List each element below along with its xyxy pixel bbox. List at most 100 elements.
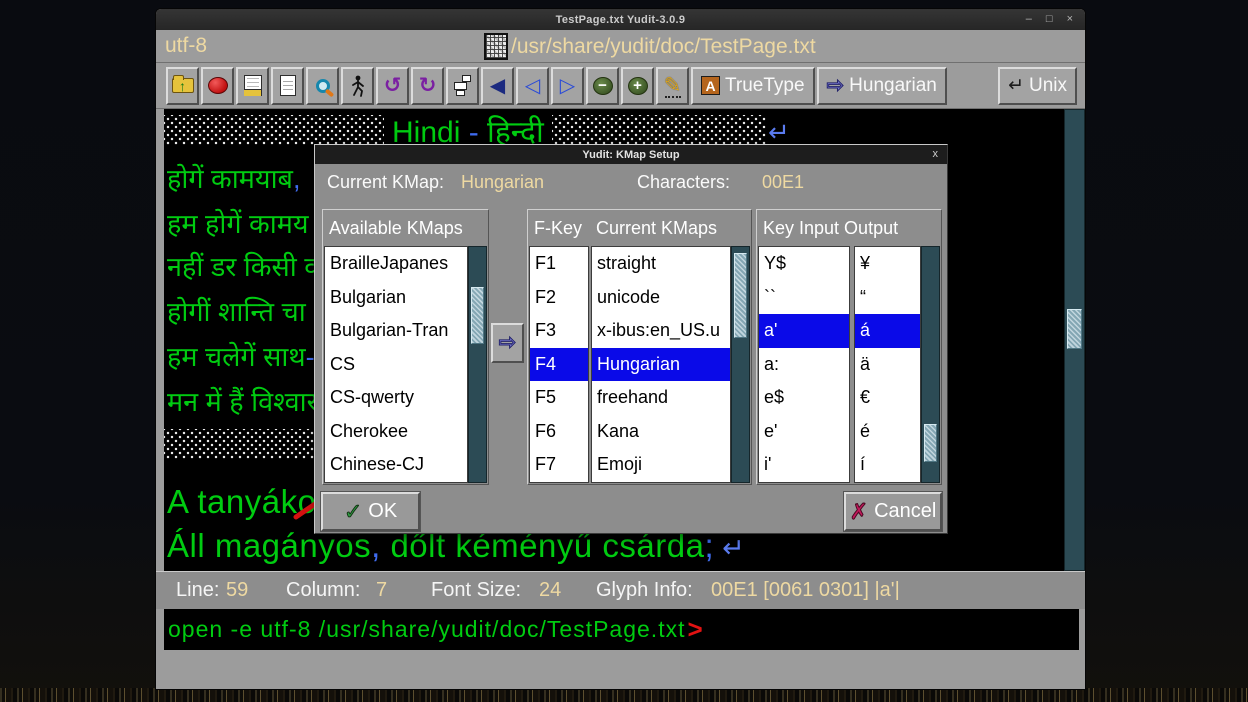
back-button[interactable]: ◀ bbox=[481, 67, 514, 105]
fontsize-label: Font Size: bbox=[431, 579, 521, 602]
kmap-setup-button[interactable] bbox=[446, 67, 479, 105]
kmap-select-button[interactable]: ⇨ Hungarian bbox=[817, 67, 947, 105]
available-kmaps-scrollbar[interactable] bbox=[468, 246, 487, 483]
text-line: नहीं डर किसी व bbox=[167, 247, 319, 287]
font-button-label: TrueType bbox=[725, 75, 805, 97]
record-button[interactable] bbox=[201, 67, 234, 105]
key-input-item[interactable]: e' bbox=[759, 415, 849, 449]
new-document-button[interactable] bbox=[271, 67, 304, 105]
arrow-right-icon: ⇨ bbox=[827, 76, 845, 96]
key-map-scrollbar[interactable] bbox=[921, 246, 940, 483]
fkey-column[interactable]: F1 F2 F3 F4 F5 F6 F7 bbox=[529, 246, 589, 483]
fkey-kmap-column[interactable]: straight unicode x-ibus:en_US.u Hungaria… bbox=[591, 246, 731, 483]
kmap-item[interactable]: Emoji bbox=[592, 448, 730, 482]
kmap-item[interactable]: freehand bbox=[592, 381, 730, 415]
dialog-close-button[interactable]: x bbox=[933, 148, 939, 160]
fkey-item[interactable]: F7 bbox=[530, 448, 588, 482]
charmap-grid-icon[interactable] bbox=[484, 33, 508, 60]
prev-button[interactable]: ◁ bbox=[516, 67, 549, 105]
key-map-panel: Key Input Output Y$ `` a' a: e$ e' i' ¥ … bbox=[756, 209, 942, 485]
pencil-icon: ✎ bbox=[664, 76, 682, 96]
folder-up-icon: ↑ bbox=[172, 78, 194, 93]
shrink-font-button[interactable]: − bbox=[586, 67, 619, 105]
glyphinfo-value: 00E1 [0061 0301] |a'| bbox=[711, 579, 900, 602]
dialog-titlebar[interactable]: Yudit: KMap Setup x bbox=[315, 145, 947, 164]
key-output-item[interactable]: í bbox=[855, 448, 920, 482]
scrollbar-thumb[interactable] bbox=[924, 424, 937, 462]
left-triangle-icon: ◀ bbox=[490, 76, 505, 96]
key-input-column[interactable]: Y$ `` a' a: e$ e' i' bbox=[758, 246, 850, 483]
shade-pattern bbox=[552, 115, 766, 145]
kmap-item[interactable]: Kana bbox=[592, 415, 730, 449]
fkey-item[interactable]: F5 bbox=[530, 381, 588, 415]
fkey-item[interactable]: F6 bbox=[530, 415, 588, 449]
status-bar: Line: 59 Column: 7 Font Size: 24 Glyph I… bbox=[156, 571, 1085, 609]
kmap-item[interactable]: x-ibus:en_US.u bbox=[592, 314, 730, 348]
scrollbar-thumb[interactable] bbox=[734, 253, 747, 338]
next-button[interactable]: ▷ bbox=[551, 67, 584, 105]
fontsize-value: 24 bbox=[539, 579, 561, 602]
linebreak-button[interactable]: ↵ Unix bbox=[998, 67, 1077, 105]
characters-label: Characters: bbox=[637, 172, 730, 193]
key-output-column[interactable]: ¥ “ á ä € é í bbox=[854, 246, 921, 483]
fkey-item[interactable]: F2 bbox=[530, 281, 588, 315]
current-kmap-value: Hungarian bbox=[461, 172, 544, 193]
key-input-item[interactable]: e$ bbox=[759, 381, 849, 415]
list-item[interactable]: CS bbox=[325, 348, 467, 382]
key-output-item-selected[interactable]: á bbox=[855, 314, 920, 348]
cancel-button[interactable]: ✗ Cancel bbox=[844, 492, 942, 531]
key-input-item[interactable]: i' bbox=[759, 448, 849, 482]
fkey-kmaps-panel: F-Key Current KMaps F1 F2 F3 F4 F5 F6 F7… bbox=[527, 209, 752, 485]
list-item[interactable]: Cherokee bbox=[325, 415, 467, 449]
pencil-underline bbox=[665, 96, 681, 98]
key-input-item-selected[interactable]: a' bbox=[759, 314, 849, 348]
ok-button[interactable]: ✓ OK bbox=[321, 492, 420, 531]
available-kmaps-list[interactable]: BrailleJapanes Bulgarian Bulgarian-Tran … bbox=[324, 246, 468, 483]
font-button[interactable]: A TrueType bbox=[691, 67, 815, 105]
kmap-item[interactable]: unicode bbox=[592, 281, 730, 315]
walking-person-icon bbox=[350, 75, 366, 97]
pencil-button[interactable]: ✎ bbox=[656, 67, 689, 105]
command-input[interactable]: open -e utf-8 /usr/share/yudit/doc/TestP… bbox=[164, 609, 1079, 650]
key-input-item[interactable]: `` bbox=[759, 281, 849, 315]
fkey-item-selected[interactable]: F4 bbox=[530, 348, 588, 382]
window-titlebar[interactable]: TestPage.txt Yudit-3.0.9 – □ × bbox=[156, 9, 1085, 30]
minimize-button[interactable]: – bbox=[1026, 14, 1032, 25]
find-button[interactable] bbox=[306, 67, 339, 105]
list-item[interactable]: CS-qwerty bbox=[325, 381, 467, 415]
key-input-item[interactable]: a: bbox=[759, 348, 849, 382]
redo-button[interactable]: ↻ bbox=[411, 67, 444, 105]
list-item[interactable]: BrailleJapanes bbox=[325, 247, 467, 281]
list-item[interactable]: Chinese-CJ bbox=[325, 448, 467, 482]
text-line: होगीं शान्ति चा bbox=[167, 292, 306, 332]
fkey-scrollbar[interactable] bbox=[731, 246, 750, 483]
editor-scrollbar[interactable] bbox=[1064, 109, 1085, 571]
grow-font-button[interactable]: + bbox=[621, 67, 654, 105]
key-output-item[interactable]: ä bbox=[855, 348, 920, 382]
print-button[interactable] bbox=[236, 67, 269, 105]
kmap-add-button[interactable]: ⇨ bbox=[491, 323, 524, 363]
left-arrow-icon: ◁ bbox=[525, 76, 540, 96]
kmap-setup-dialog: Yudit: KMap Setup x Current KMap: Hungar… bbox=[314, 144, 948, 534]
text-line: हम चलेगें साथ- bbox=[167, 337, 315, 377]
kmap-item-selected[interactable]: Hungarian bbox=[592, 348, 730, 382]
characters-value: 00E1 bbox=[762, 172, 804, 193]
key-input-item[interactable]: Y$ bbox=[759, 247, 849, 281]
close-button[interactable]: × bbox=[1067, 14, 1073, 25]
list-item[interactable]: Bulgarian-Tran bbox=[325, 314, 467, 348]
kmap-item[interactable]: straight bbox=[592, 247, 730, 281]
freehand-button[interactable] bbox=[341, 67, 374, 105]
scrollbar-thumb[interactable] bbox=[471, 287, 484, 344]
undo-button[interactable]: ↺ bbox=[376, 67, 409, 105]
editor-scrollbar-thumb[interactable] bbox=[1067, 309, 1082, 349]
key-output-item[interactable]: € bbox=[855, 381, 920, 415]
check-icon: ✓ bbox=[344, 499, 362, 525]
maximize-button[interactable]: □ bbox=[1046, 14, 1053, 25]
list-item[interactable]: Bulgarian bbox=[325, 281, 467, 315]
open-file-button[interactable]: ↑ bbox=[166, 67, 199, 105]
key-output-item[interactable]: é bbox=[855, 415, 920, 449]
fkey-item[interactable]: F3 bbox=[530, 314, 588, 348]
fkey-item[interactable]: F1 bbox=[530, 247, 588, 281]
key-output-item[interactable]: ¥ bbox=[855, 247, 920, 281]
key-output-item[interactable]: “ bbox=[855, 281, 920, 315]
